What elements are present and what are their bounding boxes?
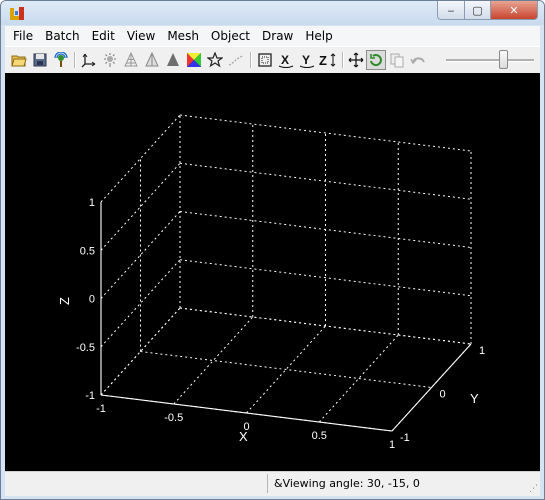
maximize-button[interactable]: ▢ — [465, 1, 491, 20]
svg-text:X: X — [281, 53, 289, 67]
plot-grid — [100, 114, 472, 432]
grid-line — [179, 211, 472, 248]
rotate-z-icon[interactable]: Z — [318, 50, 338, 70]
svg-text:Z: Z — [319, 53, 327, 68]
menu-file[interactable]: File — [5, 26, 39, 46]
mesh-wireframe-icon[interactable] — [121, 50, 141, 70]
undo-icon[interactable] — [408, 50, 428, 70]
grid-line — [100, 259, 181, 348]
y-axis-label: Y — [470, 391, 479, 406]
axes-icon[interactable] — [79, 50, 99, 70]
grid-line — [140, 351, 432, 388]
minimize-button[interactable]: ‒ — [437, 1, 465, 20]
rotate-y-icon[interactable]: Y — [297, 50, 317, 70]
status-bar: &Viewing angle: 30, -15, 0 ⋰ — [5, 471, 540, 496]
z-tick-label: 1 — [89, 197, 95, 209]
rotate-x-icon[interactable]: X — [276, 50, 296, 70]
x-tick-label: -1 — [96, 403, 106, 415]
y-tick-label: -1 — [400, 432, 410, 444]
status-viewing-angle: &Viewing angle: 30, -15, 0 — [267, 474, 544, 493]
menu-object[interactable]: Object — [205, 26, 256, 46]
open-folder-icon[interactable] — [9, 50, 29, 70]
z-axis-label: Z — [57, 297, 72, 305]
menu-edit[interactable]: Edit — [86, 26, 121, 46]
resize-grip-icon[interactable]: ⋰ — [529, 484, 538, 494]
zoom-slider-thumb[interactable] — [499, 50, 509, 69]
grid-line — [173, 316, 254, 405]
zoom-slider-track[interactable] — [446, 59, 534, 62]
title-bar[interactable]: ‒ ▢ ✕ — [1, 1, 544, 25]
x-tick-label: 1 — [389, 439, 395, 451]
toolbar: X Y Z — [5, 46, 540, 74]
bounding-box-icon[interactable] — [255, 50, 275, 70]
star-icon[interactable] — [205, 50, 225, 70]
axis-frame — [100, 202, 472, 432]
menu-help[interactable]: Help — [299, 26, 338, 46]
y-axis-line — [391, 343, 472, 432]
grid-line — [179, 307, 472, 345]
menu-mesh[interactable]: Mesh — [161, 26, 205, 46]
mesh-surface-icon[interactable] — [142, 50, 162, 70]
grid-line — [318, 334, 399, 423]
light-icon[interactable] — [100, 50, 120, 70]
close-button[interactable]: ✕ — [491, 1, 538, 20]
plot-canvas[interactable]: 1 0.5 0 -0.5 -1 -1 -0.5 0 0.5 1 -1 0 1 X… — [5, 73, 540, 471]
x-tick-label: -0.5 — [164, 412, 183, 424]
z-tick-label: 0.5 — [80, 245, 95, 257]
y-tick-label: 1 — [479, 345, 485, 357]
curve-icon[interactable] — [226, 50, 246, 70]
menu-bar: File Batch Edit View Mesh Object Draw He… — [5, 26, 540, 46]
x-axis-label: X — [239, 429, 248, 444]
status-pane-empty — [5, 474, 263, 493]
save-disk-icon[interactable] — [30, 50, 50, 70]
3d-axes-plot: 1 0.5 0 -0.5 -1 -1 -0.5 0 0.5 1 -1 0 1 X… — [57, 114, 485, 451]
solid-shape-icon[interactable] — [163, 50, 183, 70]
y-tick-label: 0 — [440, 389, 446, 401]
svg-text:Y: Y — [302, 53, 310, 67]
move-arrows-icon[interactable] — [346, 50, 366, 70]
menu-batch[interactable]: Batch — [39, 26, 86, 46]
menu-draw[interactable]: Draw — [256, 26, 299, 46]
z-tick-label: -0.5 — [76, 342, 95, 354]
app-logo-icon — [10, 7, 24, 20]
grid-line — [179, 162, 472, 200]
app-window: ‒ ▢ ✕ File Batch Edit View Mesh Object D… — [0, 0, 545, 500]
z-tick-label: -1 — [85, 390, 95, 402]
rotate-view-icon[interactable] — [366, 50, 386, 70]
color-map-icon[interactable] — [184, 50, 204, 70]
menu-view[interactable]: View — [121, 26, 161, 46]
x-tick-label: 0.5 — [312, 430, 327, 442]
z-tick-label: 0 — [89, 294, 95, 306]
copy-icon[interactable] — [387, 50, 407, 70]
antenna-tree-icon[interactable] — [51, 50, 71, 70]
